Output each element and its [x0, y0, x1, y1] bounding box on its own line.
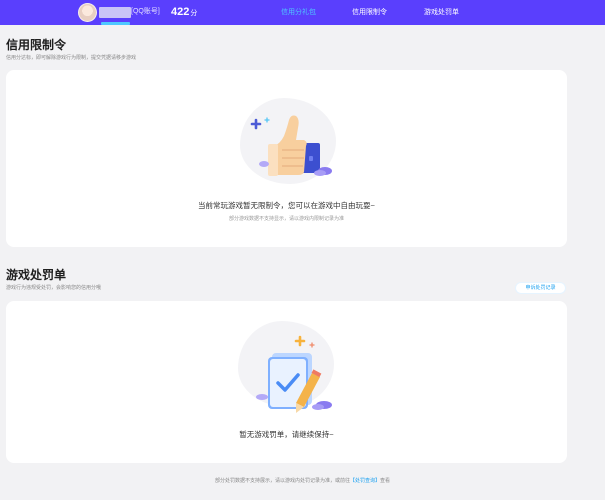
tab-credit-gift[interactable]: 信用分礼包	[281, 7, 316, 18]
tab-underline	[101, 22, 130, 25]
section-subtitle-penalty: 游戏行为违规受处罚，会影响您的信用分哦	[6, 285, 102, 291]
penalty-appeal-link[interactable]: 申诉处罚记录	[515, 282, 566, 294]
footer-note: 部分处罚数据不支持展示，请以游戏内处罚记录为准，或前往【处罚查询】查看	[0, 478, 605, 485]
section-title-credit-limit: 信用限制令	[6, 38, 67, 52]
score-unit: 分	[190, 10, 198, 17]
credit-limit-card: 当前常玩游戏暂无限制令，您可以在游戏中自由玩耍~ 部分游戏数据不支持显示，请以游…	[6, 70, 567, 247]
score-value: 422	[171, 6, 190, 18]
clipboard-check-icon	[256, 335, 332, 413]
footer-text-before: 部分处罚数据不支持展示，请以游戏内处罚记录为准，或前往	[214, 478, 350, 484]
penalty-query-link[interactable]: 【处罚查询】	[350, 478, 380, 484]
penalty-card: 暂无游戏罚单，请继续保持~	[6, 301, 567, 463]
section-subtitle-credit-limit: 信用分达标，即可解除游戏行为限制，提交凭据请移步游戏	[6, 55, 137, 61]
penalty-empty-text: 暂无游戏罚单，请继续保持~	[239, 430, 334, 439]
section-title-penalty: 游戏处罚单	[6, 268, 67, 282]
qq-account-label: [QQ账号]	[131, 8, 160, 15]
avatar[interactable]	[78, 3, 97, 22]
credit-limit-empty-text: 当前常玩游戏暂无限制令，您可以在游戏中自由玩耍~	[198, 201, 375, 210]
credit-limit-empty-subtext: 部分游戏数据不支持显示，请以游戏内限制记录为准	[228, 216, 344, 222]
footer-text-after: 查看	[380, 478, 391, 484]
tab-game-penalty[interactable]: 游戏处罚单	[424, 7, 459, 18]
username-redacted	[99, 7, 131, 18]
tab-credit-limit[interactable]: 信用限制令	[352, 7, 387, 18]
credit-score: 422分	[171, 5, 197, 21]
thumbs-up-icon	[250, 115, 332, 176]
